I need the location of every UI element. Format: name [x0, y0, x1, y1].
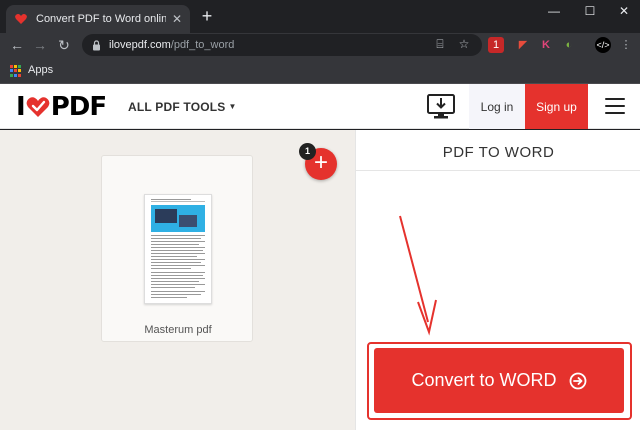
tools-label: ALL PDF TOOLS: [128, 100, 226, 114]
lock-icon: [93, 39, 100, 50]
arrow-right-circle-icon: [569, 372, 586, 389]
panel-divider: [356, 170, 640, 171]
new-tab-button[interactable]: +: [197, 7, 217, 25]
url-path: /pdf_to_word: [170, 39, 235, 51]
file-name: Masterum pdf: [144, 324, 212, 336]
extension-green-icon[interactable]: ◐: [561, 37, 577, 53]
file-count-badge: 1: [299, 143, 316, 160]
ilovepdf-logo[interactable]: I PDF: [16, 92, 107, 122]
minimize-button[interactable]: —: [544, 4, 564, 18]
forward-icon[interactable]: →: [31, 35, 49, 55]
bookmarks-bar: Apps: [0, 57, 640, 84]
extension-arrow-icon[interactable]: ◤: [515, 37, 531, 53]
logo-text-pdf: PDF: [50, 92, 107, 122]
logo-text-i: I: [16, 92, 26, 122]
browser-tab[interactable]: Convert PDF to Word online. Free ✕: [6, 5, 190, 33]
url-host: ilovepdf.com: [109, 39, 171, 51]
panel-title: PDF TO WORD: [442, 144, 555, 161]
extension-code-icon[interactable]: </>: [595, 37, 611, 53]
reload-icon[interactable]: ↻: [55, 35, 73, 55]
ilovepdf-favicon-icon: [15, 14, 27, 24]
bookmark-star-icon[interactable]: ☆: [457, 37, 471, 51]
browser-tab-bar: Convert PDF to Word online. Free ✕ + — ☐…: [0, 0, 640, 33]
extension-badge: 1: [492, 39, 500, 51]
all-pdf-tools-menu[interactable]: ALL PDF TOOLS ▼: [128, 100, 237, 114]
close-window-button[interactable]: ✕: [614, 4, 634, 18]
extension-letter: K: [542, 39, 550, 51]
convert-label: Convert to WORD: [411, 370, 557, 390]
convert-to-word-button[interactable]: Convert to WORD: [374, 348, 624, 413]
maximize-button[interactable]: ☐: [580, 4, 600, 18]
extension-k-icon[interactable]: K: [538, 37, 554, 53]
extension-1-icon[interactable]: 1: [488, 37, 504, 53]
tab-title: Convert PDF to Word online. Free: [36, 13, 166, 25]
site-header: I PDF ALL PDF TOOLS ▼ Log in Sign up: [0, 84, 640, 129]
file-card[interactable]: Masterum pdf: [101, 155, 253, 342]
apps-bookmark[interactable]: Apps: [28, 64, 53, 76]
translate-icon[interactable]: ⌸: [433, 37, 447, 51]
desktop-download-icon[interactable]: [427, 94, 455, 120]
address-bar[interactable]: ilovepdf.com/pdf_to_word: [82, 34, 482, 56]
back-icon[interactable]: ←: [8, 35, 26, 55]
signup-button[interactable]: Sign up: [525, 84, 588, 129]
tab-close-icon[interactable]: ✕: [172, 12, 182, 26]
browser-menu-icon[interactable]: ⋮: [618, 37, 634, 53]
apps-grid-icon[interactable]: [10, 65, 22, 77]
login-button[interactable]: Log in: [469, 84, 525, 129]
caret-down-icon: ▼: [228, 102, 237, 111]
hamburger-menu-icon[interactable]: [605, 98, 625, 114]
heart-icon: [26, 97, 50, 117]
pdf-page-thumbnail: [144, 194, 212, 304]
